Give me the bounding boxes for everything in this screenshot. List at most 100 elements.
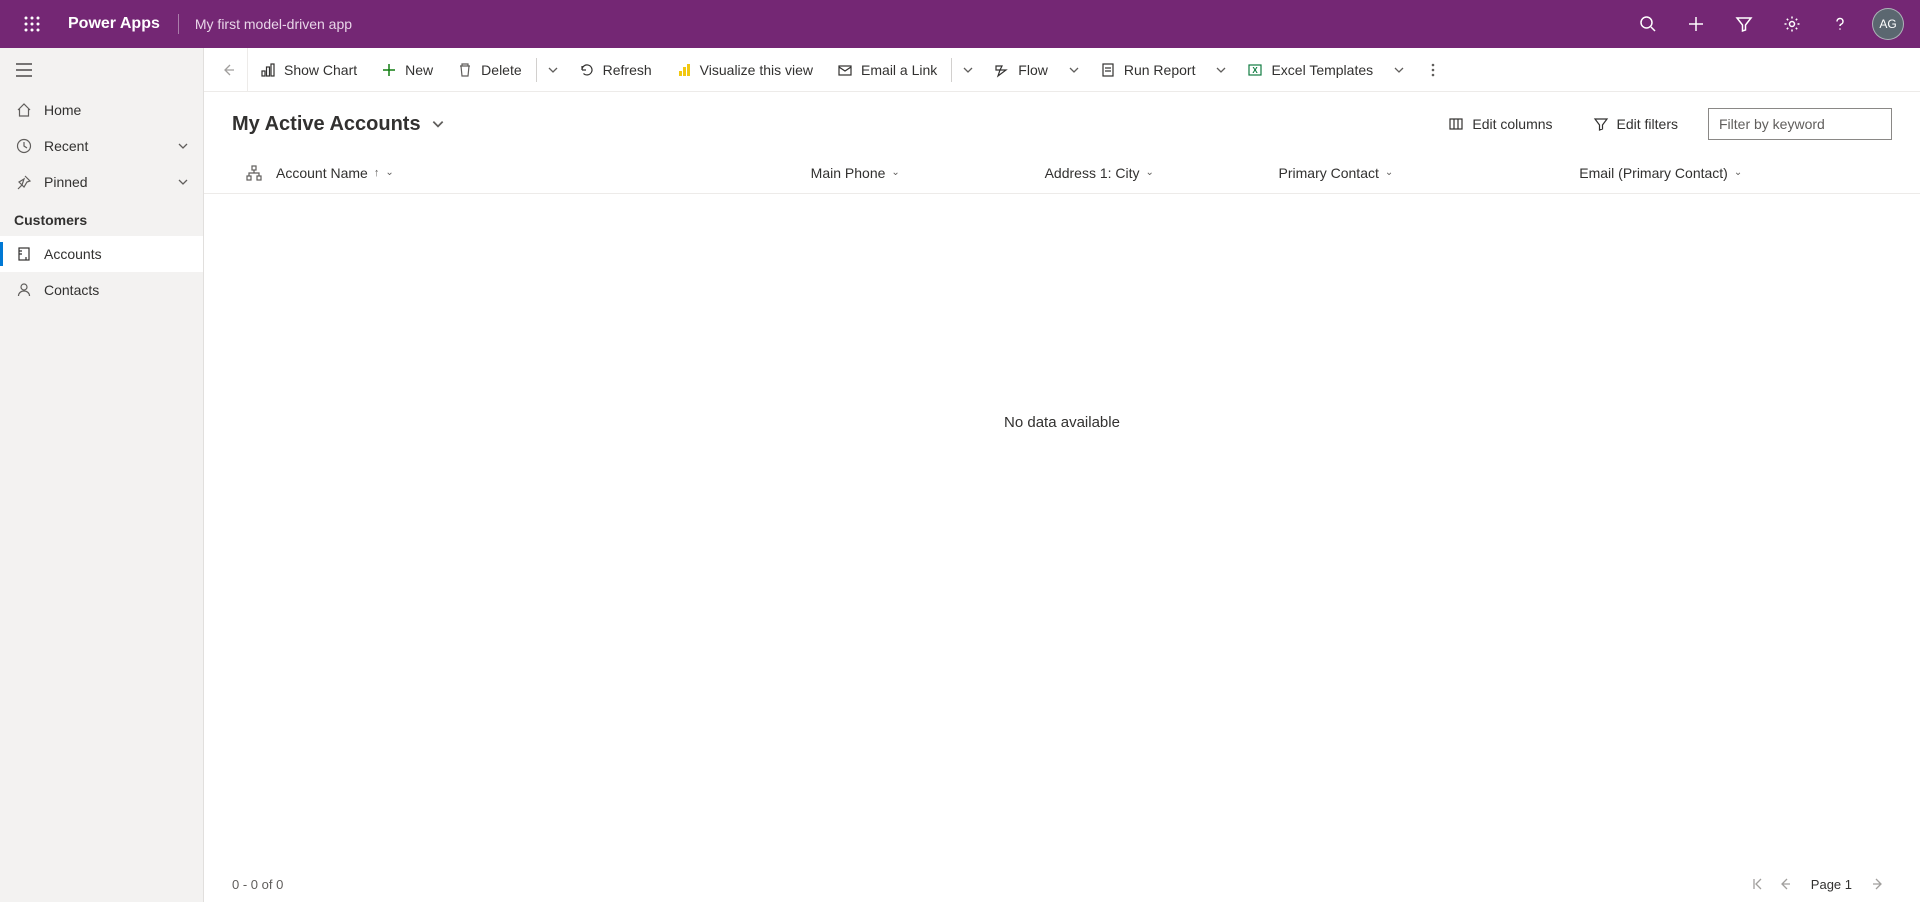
settings-button[interactable] [1768, 0, 1816, 48]
run-report-split-button[interactable] [1207, 48, 1235, 92]
edit-filters-button[interactable]: Edit filters [1583, 110, 1688, 138]
sidebar-toggle[interactable] [0, 48, 203, 92]
sidebar: Home Recent Pinned Customers Acco [0, 48, 204, 902]
plus-icon [381, 62, 397, 78]
chart-icon [260, 62, 276, 78]
refresh-label: Refresh [603, 62, 652, 78]
sidebar-item-home[interactable]: Home [0, 92, 203, 128]
refresh-button[interactable]: Refresh [567, 48, 664, 92]
chevron-down-icon [431, 117, 445, 131]
column-header-email[interactable]: Email (Primary Contact) ⌄ [1579, 165, 1880, 181]
pin-icon [14, 174, 34, 190]
account-button[interactable]: AG [1864, 0, 1912, 48]
app-name-label[interactable]: My first model-driven app [185, 16, 362, 32]
arrow-left-icon [1778, 877, 1792, 891]
column-header-main-phone[interactable]: Main Phone ⌄ [811, 165, 1045, 181]
column-label: Main Phone [811, 165, 886, 181]
chevron-down-icon [1215, 64, 1227, 76]
filter-keyword-input[interactable] [1708, 108, 1892, 140]
add-button[interactable] [1672, 0, 1720, 48]
column-header-primary-contact[interactable]: Primary Contact ⌄ [1279, 165, 1580, 181]
grid-footer: 0 - 0 of 0 Page 1 [204, 866, 1920, 902]
sidebar-label-pinned: Pinned [44, 174, 177, 190]
edit-filters-label: Edit filters [1617, 116, 1678, 132]
view-selector[interactable]: My Active Accounts [232, 113, 445, 136]
chevron-down-icon [1393, 64, 1405, 76]
sidebar-item-recent[interactable]: Recent [0, 128, 203, 164]
command-separator [951, 58, 952, 82]
grid-header-row: Account Name ↑ ⌄ Main Phone ⌄ Address 1:… [204, 152, 1920, 194]
command-bar: Show Chart New Delete [204, 48, 1920, 92]
sidebar-item-accounts[interactable]: Accounts [0, 236, 203, 272]
sidebar-label-accounts: Accounts [44, 246, 189, 262]
sidebar-item-contacts[interactable]: Contacts [0, 272, 203, 308]
email-link-button[interactable]: Email a Link [825, 48, 949, 92]
run-report-label: Run Report [1124, 62, 1196, 78]
column-header-account-name[interactable]: Account Name ↑ ⌄ [276, 165, 811, 181]
refresh-icon [579, 62, 595, 78]
column-header-city[interactable]: Address 1: City ⌄ [1045, 165, 1279, 181]
topbar-divider [178, 14, 179, 34]
page-first-button[interactable] [1743, 870, 1771, 898]
chevron-down-icon [547, 64, 559, 76]
chevron-down-icon: ⌄ [891, 167, 899, 178]
visualize-button[interactable]: Visualize this view [664, 48, 825, 92]
app-launcher-button[interactable] [8, 16, 56, 32]
chevron-down-icon: ⌄ [1734, 167, 1742, 178]
accounts-icon [14, 246, 34, 262]
waffle-icon [24, 16, 40, 32]
sidebar-item-pinned[interactable]: Pinned [0, 164, 203, 200]
excel-icon: X [1247, 62, 1263, 78]
main-content: Show Chart New Delete [204, 48, 1920, 902]
sidebar-label-contacts: Contacts [44, 282, 189, 298]
show-chart-button[interactable]: Show Chart [248, 48, 369, 92]
hierarchy-toggle[interactable] [232, 165, 276, 181]
edit-columns-button[interactable]: Edit columns [1438, 110, 1562, 138]
help-button[interactable] [1816, 0, 1864, 48]
hierarchy-icon [246, 165, 262, 181]
delete-button[interactable]: Delete [445, 48, 533, 92]
columns-icon [1448, 116, 1464, 132]
chevron-down-icon: ⌄ [1146, 167, 1154, 178]
show-chart-label: Show Chart [284, 62, 357, 78]
excel-split-button[interactable] [1385, 48, 1413, 92]
column-label: Primary Contact [1279, 165, 1379, 181]
delete-split-button[interactable] [539, 48, 567, 92]
chevron-down-icon [1068, 64, 1080, 76]
page-number-label: Page 1 [1811, 877, 1852, 892]
gear-icon [1783, 15, 1801, 33]
person-icon [14, 282, 34, 298]
funnel-icon [1593, 116, 1609, 132]
brand-label[interactable]: Power Apps [56, 15, 172, 33]
view-header: My Active Accounts Edit columns Edit fil… [204, 92, 1920, 152]
powerbi-icon [676, 62, 692, 78]
arrow-left-icon [220, 62, 236, 78]
filter-button[interactable] [1720, 0, 1768, 48]
command-separator [536, 58, 537, 82]
email-split-button[interactable] [954, 48, 982, 92]
excel-templates-button[interactable]: X Excel Templates [1235, 48, 1385, 92]
column-label: Account Name [276, 165, 368, 181]
flow-button[interactable]: Flow [982, 48, 1060, 92]
sort-ascending-icon: ↑ [374, 167, 380, 179]
back-button[interactable] [208, 48, 248, 92]
search-icon [1639, 15, 1657, 33]
grid-empty-message: No data available [1004, 414, 1120, 431]
page-next-button[interactable] [1864, 870, 1892, 898]
funnel-icon [1735, 15, 1753, 33]
page-prev-button[interactable] [1771, 870, 1799, 898]
grid-body: No data available [204, 194, 1920, 866]
home-icon [14, 102, 34, 118]
excel-templates-label: Excel Templates [1271, 62, 1373, 78]
command-overflow-button[interactable] [1413, 48, 1453, 92]
flow-split-button[interactable] [1060, 48, 1088, 92]
search-button[interactable] [1624, 0, 1672, 48]
chevron-down-icon: ⌄ [1385, 167, 1393, 178]
visualize-label: Visualize this view [700, 62, 813, 78]
new-button[interactable]: New [369, 48, 445, 92]
view-title-label: My Active Accounts [232, 113, 421, 136]
edit-columns-label: Edit columns [1472, 116, 1552, 132]
chevron-down-icon [177, 140, 189, 152]
mail-icon [837, 62, 853, 78]
run-report-button[interactable]: Run Report [1088, 48, 1208, 92]
